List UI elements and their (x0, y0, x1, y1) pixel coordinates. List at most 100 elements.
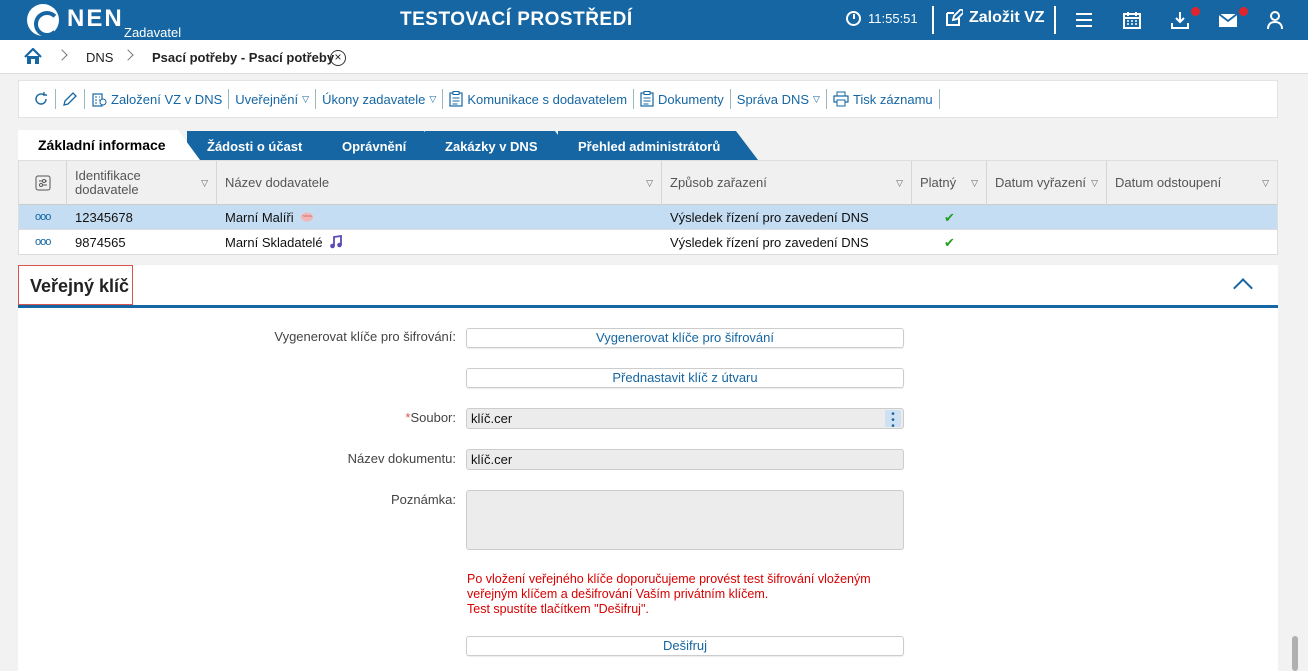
refresh-button[interactable] (27, 89, 56, 109)
note-textarea[interactable] (466, 490, 904, 550)
file-value: klíč.cer (471, 411, 513, 426)
generate-keys-button[interactable]: Vygenerovat klíče pro šifrování (466, 328, 904, 348)
table-header: Identifikace dodavatele ▽ Název dodavate… (19, 161, 1277, 205)
user-icon[interactable] (1265, 10, 1285, 30)
dropdown-icon: ▽ (302, 93, 310, 104)
supplier-communication-button[interactable]: Komunikace s dodavatelem (443, 89, 635, 109)
column-header-supplier-name[interactable]: Název dodavatele ▽ (217, 161, 662, 205)
supplier-name: Marní Malíři (225, 210, 294, 225)
generate-keys-label: Vygenerovat klíče pro šifrování: (274, 329, 456, 344)
tab-label: Přehled administrátorů (578, 139, 721, 154)
sort-icon[interactable]: ▽ (1091, 178, 1098, 189)
tab-label: Žádosti o účast (207, 139, 303, 154)
tab-label: Zakázky v DNS (445, 139, 538, 154)
inclusion-method: Výsledek řízení pro zavedení DNS (670, 210, 869, 225)
scrollbar-thumb[interactable] (1292, 636, 1298, 671)
column-header-valid[interactable]: Platný ▽ (912, 161, 987, 205)
column-header-removal-date[interactable]: Datum vyřazení ▽ (987, 161, 1107, 205)
brain-icon (301, 212, 314, 222)
column-header-supplier-id[interactable]: Identifikace dodavatele ▽ (67, 161, 217, 205)
sort-icon[interactable]: ▽ (201, 178, 208, 189)
preset-key-button[interactable]: Přednastavit klíč z útvaru (466, 368, 904, 388)
menu-icon[interactable] (1074, 10, 1094, 30)
dns-management-menu[interactable]: Správa DNS ▽ (731, 89, 827, 109)
environment-title: TESTOVACÍ PROSTŘEDÍ (400, 9, 633, 30)
column-header-inclusion-method[interactable]: Způsob zařazení ▽ (662, 161, 912, 205)
create-vz-label: Založit VZ (969, 9, 1045, 26)
contracting-actions-menu[interactable]: Úkony zadavatele ▽ (316, 89, 444, 109)
sort-icon[interactable]: ▽ (971, 178, 978, 189)
supplier-communication-label: Komunikace s dodavatelem (467, 91, 628, 107)
table-row[interactable]: ooo 12345678 Marní Malíři Výsledek řízen… (19, 205, 1277, 230)
mail-icon[interactable] (1218, 10, 1238, 30)
section-title: Veřejný klíč (18, 265, 133, 305)
edit-button[interactable] (56, 89, 85, 109)
nen-logo[interactable] (27, 4, 60, 37)
tab-participation-requests[interactable]: Žádosti o účast (187, 131, 345, 160)
chevron-right-icon (56, 49, 68, 61)
more-vertical-icon[interactable]: • • • (885, 410, 901, 432)
column-label: Identifikace dodavatele (75, 168, 141, 197)
supplier-id: 9874565 (75, 235, 126, 250)
publication-menu[interactable]: Uveřejnění ▽ (229, 89, 317, 109)
breadcrumb-item-dns[interactable]: DNS (86, 50, 113, 65)
tab-administrators[interactable]: Přehled administrátorů (558, 131, 758, 160)
column-label: Platný (920, 175, 957, 190)
tab-bar: Přehled administrátorů Zakázky v DNS Opr… (18, 130, 778, 160)
document-icon (640, 91, 654, 107)
publication-label: Uveřejnění (235, 91, 299, 107)
document-name-field[interactable]: klíč.cer (466, 449, 904, 470)
warning-line: Po vložení veřejného klíče doporučujeme … (467, 572, 871, 586)
create-vz-in-dns-label: Založení VZ v DNS (111, 91, 223, 107)
chevron-right-icon (122, 49, 134, 61)
document-name-label: Název dokumentu: (347, 451, 456, 466)
table-row[interactable]: ooo 9874565 Marní Skladatelé Výsledek ří… (19, 230, 1277, 255)
home-icon[interactable] (24, 48, 42, 65)
file-input[interactable]: klíč.cer • • • (466, 408, 904, 432)
sort-icon[interactable]: ▽ (896, 178, 903, 189)
decrypt-button[interactable]: Dešifruj (466, 636, 904, 656)
action-toolbar: Založení VZ v DNS Uveřejnění ▽ Úkony zad… (18, 80, 1278, 118)
building-icon (92, 93, 107, 107)
print-record-button[interactable]: Tisk záznamu (827, 89, 940, 109)
document-icon (449, 91, 463, 107)
documents-button[interactable]: Dokumenty (634, 89, 731, 109)
warning-line: Test spustíte tlačítkem "Dešifruj". (467, 602, 649, 616)
brand-subtitle: Zadavatel (124, 25, 182, 40)
sort-icon[interactable]: ▽ (646, 178, 653, 189)
dns-management-label: Správa DNS (736, 91, 810, 107)
download-badge (1191, 7, 1200, 16)
top-bar: NEN Zadavatel TESTOVACÍ PROSTŘEDÍ 11:55:… (0, 0, 1308, 40)
supplier-name-cell: Marní Malíři (225, 205, 314, 230)
documents-label: Dokumenty (658, 91, 724, 107)
close-icon[interactable]: × (330, 50, 346, 66)
chevron-up-icon[interactable] (1233, 278, 1253, 298)
column-header-withdrawal-date[interactable]: Datum odstoupení ▽ (1107, 161, 1277, 205)
tab-label: Základní informace (38, 137, 166, 153)
column-settings-button[interactable] (19, 161, 67, 205)
file-label-text: Soubor: (410, 410, 456, 425)
tab-contracts-in-dns[interactable]: Zakázky v DNS (425, 131, 577, 160)
check-icon: ✔ (944, 235, 955, 250)
row-actions-icon[interactable]: ooo (35, 230, 51, 255)
encryption-test-warning: Po vložení veřejného klíče doporučujeme … (467, 572, 907, 617)
brand-name[interactable]: NEN (67, 5, 124, 33)
clock-icon (846, 11, 861, 26)
section-divider (18, 305, 1278, 308)
column-label: Způsob zařazení (670, 175, 767, 190)
public-key-section: Veřejný klíč Vygenerovat klíče pro šifro… (18, 265, 1278, 671)
sort-icon[interactable]: ▽ (1262, 178, 1269, 189)
supplier-id: 12345678 (75, 210, 133, 225)
pencil-icon (63, 92, 77, 106)
print-record-label: Tisk záznamu (852, 91, 933, 107)
settings-sliders-icon (35, 175, 51, 191)
row-actions-icon[interactable]: ooo (35, 205, 51, 230)
download-icon[interactable] (1170, 10, 1190, 30)
refresh-icon (35, 92, 47, 105)
calendar-icon[interactable] (1122, 10, 1142, 30)
tab-basic-info[interactable]: Základní informace (18, 130, 200, 160)
contracting-actions-label: Úkony zadavatele (322, 91, 426, 107)
warning-line: veřejným klíčem a dešifrování Vaším priv… (467, 587, 769, 601)
create-vz-button[interactable]: Založit VZ (945, 9, 1045, 27)
create-vz-in-dns-button[interactable]: Založení VZ v DNS (85, 89, 230, 109)
